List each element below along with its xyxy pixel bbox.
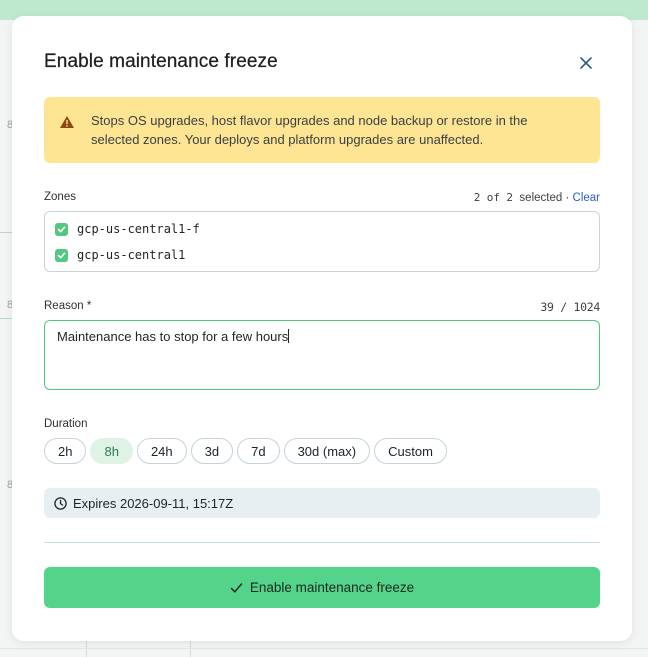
zone-item[interactable]: gcp-us-central1-f (55, 222, 200, 236)
reason-char-separator: / (560, 300, 567, 314)
reason-char-counter: 39 / 1024 (540, 300, 600, 314)
duration-chip-3d[interactable]: 3d (190, 438, 234, 464)
dialog-title: Enable maintenance freeze (44, 51, 278, 72)
zones-of-label: of (486, 191, 501, 204)
enable-freeze-label: Enable maintenance freeze (249, 580, 415, 595)
expires-info: Expires 2026-09-11, 15:17Z (44, 488, 600, 518)
expires-text: Expires 2026-09-11, 15:17Z (73, 495, 234, 511)
duration-chip-30d[interactable]: 30d (max) (283, 438, 371, 464)
zones-selected-count: 2 (473, 191, 481, 204)
duration-chip-24h[interactable]: 24h (136, 438, 187, 464)
reason-textarea[interactable]: Maintenance has to stop for a few hours (44, 320, 600, 390)
divider (44, 542, 600, 543)
zones-label: Zones (44, 191, 76, 203)
check-icon (230, 582, 243, 593)
zone-checkbox[interactable] (55, 248, 68, 262)
duration-chip-7d[interactable]: 7d (237, 438, 280, 464)
duration-chip-2h[interactable]: 2h (44, 438, 87, 464)
close-button[interactable] (575, 52, 597, 74)
reason-label: Reason * (44, 300, 92, 312)
close-icon (580, 57, 592, 69)
duration-options: 2h 8h 24h 3d 7d 30d (max) Custom (44, 438, 447, 464)
duration-chip-8h[interactable]: 8h (90, 438, 133, 464)
zones-selection-summary: 2 of 2 selected · Clear (474, 191, 600, 204)
zones-list: gcp-us-central1-f gcp-us-central1 (44, 211, 600, 272)
check-icon (57, 225, 66, 232)
zones-separator: · (565, 192, 570, 204)
check-icon (57, 251, 66, 258)
background-line (0, 318, 12, 319)
background-line (0, 232, 12, 233)
duration-label: Duration (44, 418, 88, 430)
clear-zones-link[interactable]: Clear (573, 192, 600, 204)
warning-icon (60, 116, 74, 128)
background-divider (0, 648, 648, 649)
alert-message: Stops OS upgrades, host flavor upgrades … (91, 113, 528, 147)
zone-item[interactable]: gcp-us-central1 (55, 248, 185, 262)
reason-text: Maintenance has to stop for a few hours (57, 329, 289, 344)
zone-name: gcp-us-central1-f (77, 222, 200, 236)
zones-total-count: 2 (506, 191, 514, 204)
reason-char-max: 1024 (573, 300, 601, 314)
duration-chip-custom[interactable]: Custom (374, 438, 447, 464)
warning-alert: Stops OS upgrades, host flavor upgrades … (44, 97, 600, 163)
zone-name: gcp-us-central1 (77, 248, 186, 262)
clock-icon (54, 496, 67, 510)
zones-selected-label: selected (519, 192, 563, 204)
enable-freeze-button[interactable]: Enable maintenance freeze (44, 567, 600, 608)
maintenance-freeze-dialog: Enable maintenance freeze Stops OS upgra… (12, 16, 632, 641)
reason-char-count: 39 (540, 300, 554, 314)
text-caret (288, 329, 290, 343)
zone-checkbox[interactable] (55, 222, 68, 236)
